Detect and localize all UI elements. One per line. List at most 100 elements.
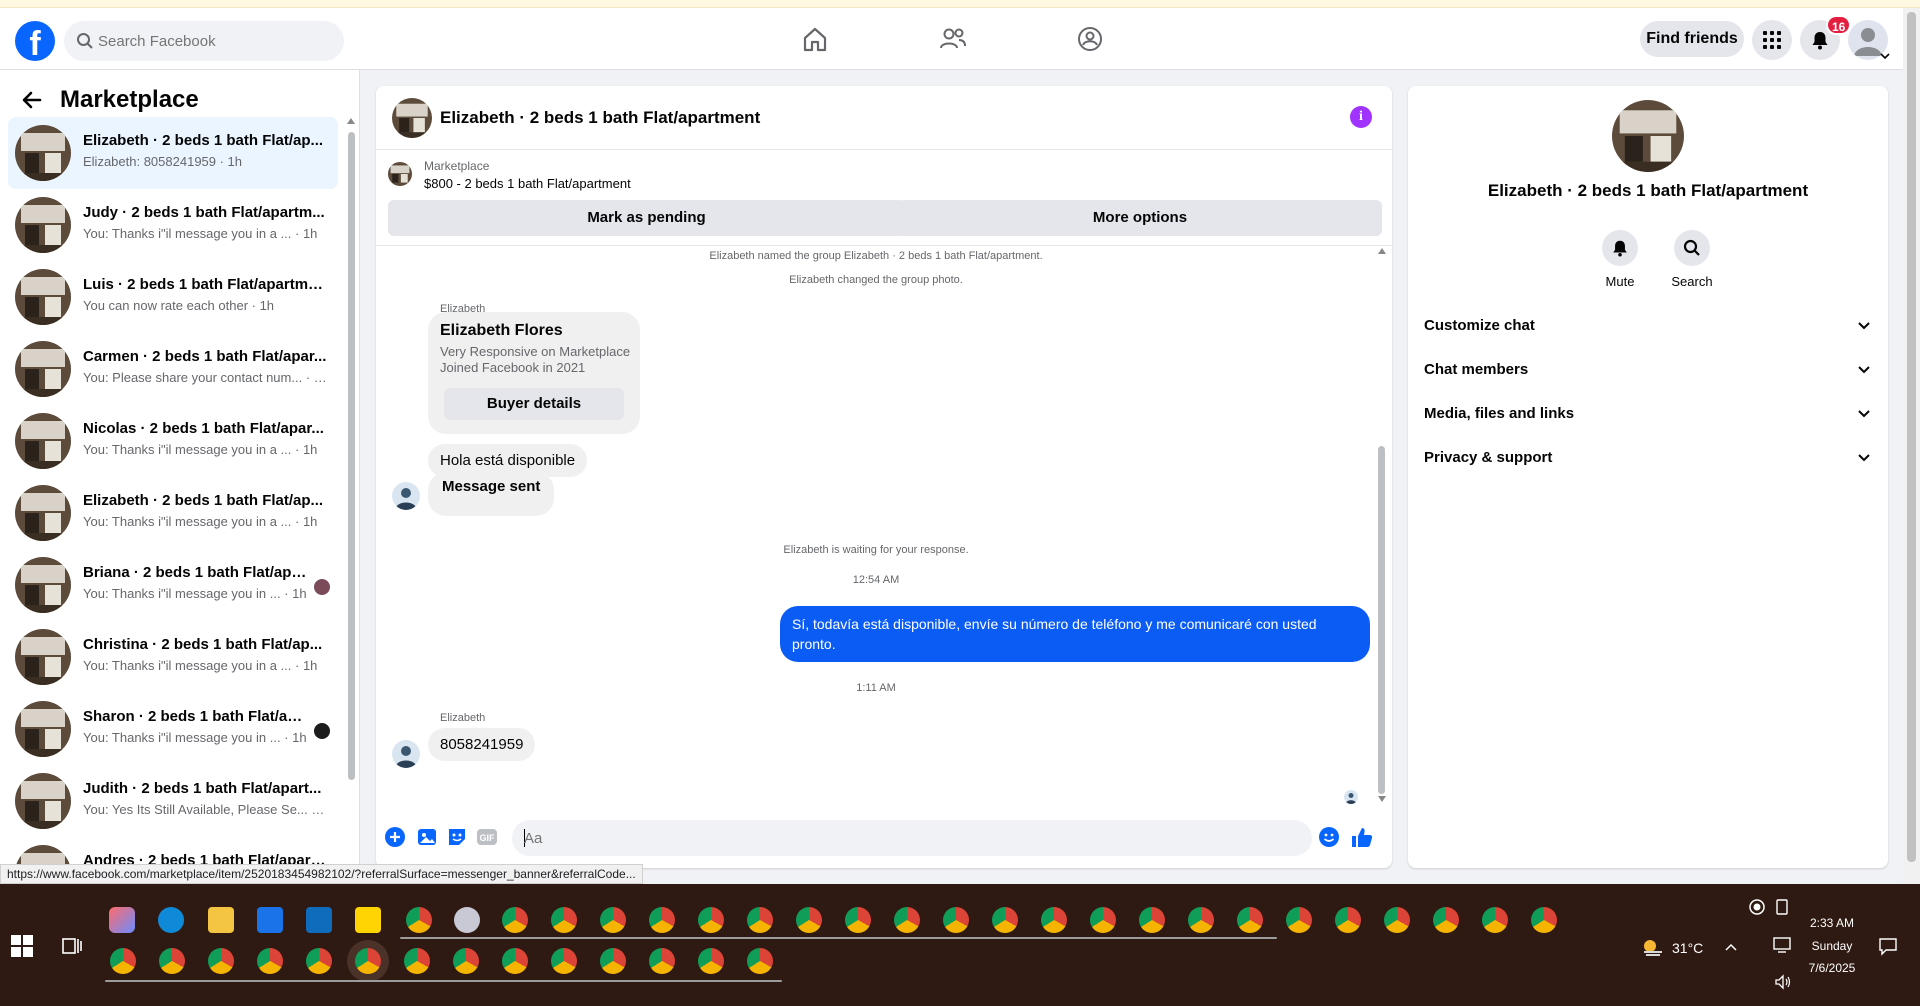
friends-icon[interactable] bbox=[938, 24, 968, 54]
conversation-item[interactable]: Elizabeth · 2 beds 1 bath Flat/ap... Eli… bbox=[8, 117, 338, 189]
sender-avatar[interactable] bbox=[392, 740, 420, 768]
chrome-profile-icon[interactable] bbox=[992, 907, 1018, 933]
chat-title[interactable]: Elizabeth · 2 beds 1 bath Flat/apartment bbox=[440, 108, 760, 128]
mute-action[interactable]: Mute bbox=[1590, 230, 1650, 289]
customize-chat-section[interactable]: Customize chat bbox=[1424, 308, 1872, 344]
chrome-profile-icon[interactable] bbox=[1482, 907, 1508, 933]
chrome-profile-icon[interactable] bbox=[1090, 907, 1116, 933]
message-input[interactable] bbox=[524, 820, 1284, 856]
photo-icon[interactable] bbox=[416, 826, 438, 848]
conversation-item[interactable]: Elizabeth · 2 beds 1 bath Flat/ap... You… bbox=[8, 477, 338, 549]
edge-icon[interactable] bbox=[158, 907, 184, 933]
scroll-down-icon[interactable] bbox=[1378, 796, 1386, 802]
emoji-icon[interactable] bbox=[1318, 826, 1340, 848]
chrome-profile-icon[interactable] bbox=[1286, 907, 1312, 933]
chrome-profile-icon[interactable] bbox=[159, 948, 185, 974]
conversation-item[interactable]: Luis · 2 beds 1 bath Flat/apartme... You… bbox=[8, 261, 338, 333]
chrome-profile-icon[interactable] bbox=[551, 907, 577, 933]
message-input-box[interactable] bbox=[512, 820, 1312, 856]
weather-icon[interactable] bbox=[1640, 936, 1666, 958]
chrome-profile-icon[interactable] bbox=[894, 907, 920, 933]
chrome-profile-icon[interactable] bbox=[649, 948, 675, 974]
clock-time[interactable]: 2:33 AM bbox=[1800, 916, 1864, 930]
chrome-profile-icon[interactable] bbox=[1139, 907, 1165, 933]
chrome-profile-icon[interactable] bbox=[698, 948, 724, 974]
clock-date[interactable]: 7/6/2025 bbox=[1800, 961, 1864, 975]
home-icon[interactable] bbox=[800, 24, 830, 54]
conversation-item[interactable]: Carmen · 2 beds 1 bath Flat/apar... You:… bbox=[8, 333, 338, 405]
mark-as-pending-button[interactable]: Mark as pending bbox=[388, 200, 905, 236]
scroll-up-icon[interactable] bbox=[1378, 248, 1386, 254]
info-icon[interactable]: i bbox=[1350, 106, 1372, 128]
gif-icon[interactable]: GIF bbox=[476, 826, 498, 848]
conversation-item[interactable]: Nicolas · 2 beds 1 bath Flat/apar... You… bbox=[8, 405, 338, 477]
record-icon[interactable] bbox=[1748, 898, 1766, 916]
notification-center-icon[interactable] bbox=[1878, 936, 1898, 956]
chevron-down-icon[interactable] bbox=[1880, 52, 1890, 60]
chevron-up-icon[interactable] bbox=[1724, 940, 1738, 954]
listing-price[interactable]: $800 - 2 beds 1 bath Flat/apartment bbox=[424, 176, 631, 191]
chrome-profile-icon[interactable] bbox=[502, 948, 528, 974]
chrome-profile-icon[interactable] bbox=[1531, 907, 1557, 933]
chat-scrollbar[interactable] bbox=[1376, 246, 1388, 806]
my-message-bubble[interactable]: Sí, todavía está disponible, envíe su nú… bbox=[780, 606, 1370, 662]
task-view-icon[interactable] bbox=[60, 934, 84, 958]
chrome-profile-icon[interactable] bbox=[551, 948, 577, 974]
chrome-profile-icon[interactable] bbox=[600, 907, 626, 933]
chrome-profile-icon[interactable] bbox=[1188, 907, 1214, 933]
menu-button[interactable] bbox=[1752, 20, 1792, 60]
conversation-item[interactable]: Judy · 2 beds 1 bath Flat/apartm... You:… bbox=[8, 189, 338, 261]
sidebar-scrollbar[interactable] bbox=[346, 118, 356, 858]
chat-photo[interactable] bbox=[1612, 100, 1684, 172]
chrome-profile-icon[interactable] bbox=[1237, 907, 1263, 933]
conversation-item[interactable]: Sharon · 2 beds 1 bath Flat/ap... You: T… bbox=[8, 693, 338, 765]
volume-icon[interactable] bbox=[1774, 974, 1792, 990]
chrome-profile-icon[interactable] bbox=[1041, 907, 1067, 933]
chat-scrollbar-thumb[interactable] bbox=[1378, 446, 1385, 794]
chrome-profile-icon[interactable] bbox=[649, 907, 675, 933]
file-explorer-icon[interactable] bbox=[208, 907, 234, 933]
search-button[interactable] bbox=[1674, 230, 1710, 266]
chrome-profile-icon[interactable] bbox=[306, 948, 332, 974]
outlook-icon[interactable] bbox=[306, 907, 332, 933]
message-bubble[interactable]: Message sent bbox=[428, 472, 555, 516]
add-icon[interactable] bbox=[384, 826, 406, 848]
chrome-profile-icon[interactable] bbox=[1433, 907, 1459, 933]
page-scrollbar-thumb[interactable] bbox=[1907, 12, 1916, 862]
device-icon[interactable] bbox=[1774, 898, 1790, 916]
chrome-profile-icon[interactable] bbox=[600, 948, 626, 974]
chrome-profile-icon[interactable] bbox=[845, 907, 871, 933]
clock-day[interactable]: Sunday bbox=[1800, 939, 1864, 953]
sidebar-scrollbar-thumb[interactable] bbox=[348, 132, 355, 780]
temperature-label[interactable]: 31°C bbox=[1672, 940, 1703, 956]
facebook-logo-icon[interactable]: f bbox=[15, 21, 55, 61]
message-bubble[interactable]: 8058241959 bbox=[428, 728, 536, 761]
back-arrow-icon[interactable] bbox=[18, 86, 46, 114]
more-options-button[interactable]: More options bbox=[898, 200, 1382, 236]
scroll-up-icon[interactable] bbox=[347, 118, 355, 124]
chrome-profile-icon[interactable] bbox=[257, 948, 283, 974]
chrome-profile-icon[interactable] bbox=[110, 948, 136, 974]
search-action[interactable]: Search bbox=[1662, 230, 1722, 289]
chrome-profile-icon[interactable] bbox=[747, 948, 773, 974]
chrome-icon[interactable] bbox=[502, 907, 528, 933]
paint-icon[interactable] bbox=[454, 907, 480, 933]
conversation-item[interactable]: Briana · 2 beds 1 bath Flat/apa... You: … bbox=[8, 549, 338, 621]
chrome-profile-icon[interactable] bbox=[1335, 907, 1361, 933]
network-icon[interactable] bbox=[1772, 936, 1792, 954]
like-icon[interactable] bbox=[1350, 826, 1374, 850]
listing-thumbnail[interactable] bbox=[388, 162, 412, 186]
copilot-icon[interactable] bbox=[109, 907, 135, 933]
buyer-details-button[interactable]: Buyer details bbox=[444, 388, 624, 420]
privacy-support-section[interactable]: Privacy & support bbox=[1424, 440, 1872, 476]
find-friends-button[interactable]: Find friends bbox=[1640, 21, 1744, 57]
chrome-profile-icon-active[interactable] bbox=[355, 948, 381, 974]
conversation-item[interactable]: Judith · 2 beds 1 bath Flat/apart... You… bbox=[8, 765, 338, 837]
conversation-item[interactable]: Christina · 2 beds 1 bath Flat/ap... You… bbox=[8, 621, 338, 693]
chrome-profile-icon[interactable] bbox=[747, 907, 773, 933]
search-box[interactable] bbox=[64, 21, 344, 61]
page-scrollbar[interactable] bbox=[1903, 8, 1920, 884]
chrome-profile-icon[interactable] bbox=[796, 907, 822, 933]
sticky-notes-icon[interactable] bbox=[355, 907, 381, 933]
sticker-icon[interactable] bbox=[446, 826, 468, 848]
